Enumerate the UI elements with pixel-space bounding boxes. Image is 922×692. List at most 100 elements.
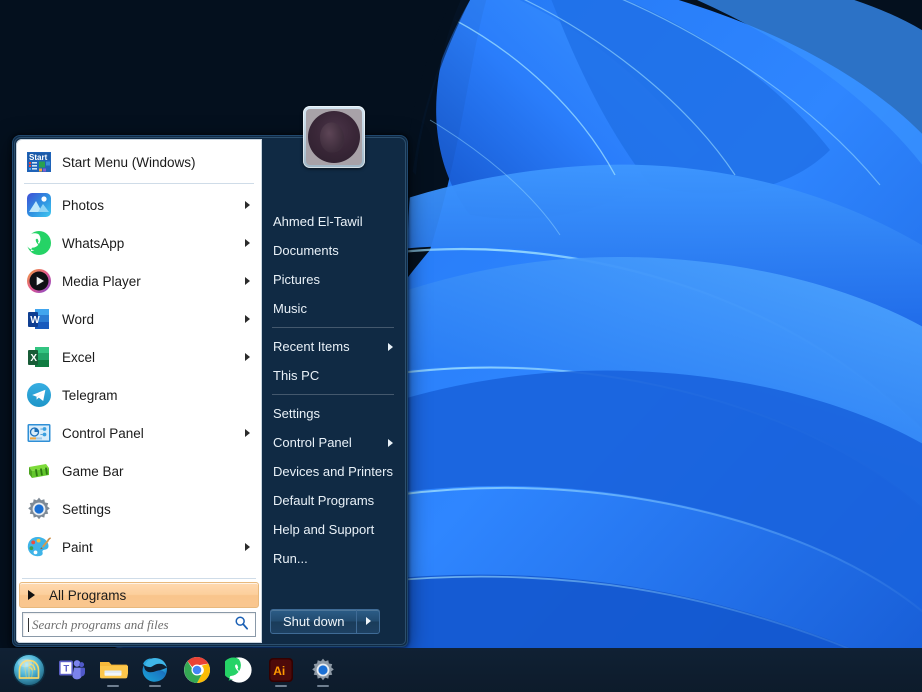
avatar-frame <box>306 109 362 165</box>
place-item-user-name[interactable]: Ahmed El-Tawil <box>262 207 404 236</box>
settings-gear-icon <box>312 658 334 681</box>
program-item-control-panel[interactable]: Control Panel <box>18 414 260 452</box>
place-item-label: Music <box>273 301 307 316</box>
chevron-right-icon <box>245 239 250 247</box>
place-item-pictures[interactable]: Pictures <box>262 265 404 294</box>
program-item-label: Game Bar <box>62 463 124 479</box>
desktop: Start Start Menu (Windows) Photos WhatsA… <box>0 0 922 692</box>
places-list[interactable]: Ahmed El-Tawil Documents Pictures Music … <box>262 139 404 599</box>
program-item-word[interactable]: W Word <box>18 300 260 338</box>
taskbar-adobe-illustrator[interactable]: Ai <box>260 650 302 690</box>
place-item-music[interactable]: Music <box>262 294 404 323</box>
program-item-start-menu-windows[interactable]: Start Start Menu (Windows) <box>18 143 260 181</box>
start-menu-places-pane[interactable]: Ahmed El-Tawil Documents Pictures Music … <box>262 139 404 643</box>
paint-palette-icon <box>26 534 52 560</box>
place-item-label: Default Programs <box>273 493 375 508</box>
shutdown-bar: Shut down <box>262 599 404 643</box>
place-item-help-and-support[interactable]: Help and Support <box>262 515 404 544</box>
place-item-label: Recent Items <box>273 339 350 354</box>
taskbar-file-explorer[interactable] <box>92 650 134 690</box>
program-item-label: Settings <box>62 501 111 517</box>
excel-icon: X <box>26 344 52 370</box>
chevron-right-icon <box>388 342 393 351</box>
program-item-media-player[interactable]: Media Player <box>18 262 260 300</box>
whatsapp-icon <box>26 230 52 256</box>
place-item-label: Pictures <box>273 272 320 287</box>
chevron-right-icon <box>245 277 250 285</box>
edge-icon <box>142 658 167 682</box>
game-bar-icon <box>26 458 52 484</box>
open-shell-orb-icon <box>12 653 46 687</box>
triangle-right-icon <box>28 590 35 600</box>
place-item-recent-items[interactable]: Recent Items <box>262 332 404 361</box>
search-input[interactable] <box>29 616 230 633</box>
taskbar-whatsapp[interactable] <box>218 650 260 690</box>
program-item-photos[interactable]: Photos <box>18 186 260 224</box>
shut-down-label: Shut down <box>283 613 345 629</box>
program-item-whatsapp[interactable]: WhatsApp <box>18 224 260 262</box>
program-item-label: Photos <box>62 197 105 213</box>
place-item-label: Help and Support <box>273 522 375 537</box>
place-item-label: Devices and Printers <box>273 464 393 479</box>
chevron-right-icon <box>245 201 250 209</box>
svg-text:X: X <box>30 353 37 364</box>
file-explorer-icon <box>100 662 128 679</box>
place-item-label: Run... <box>273 551 308 566</box>
program-item-paint[interactable]: Paint <box>18 528 260 566</box>
program-item-game-bar[interactable]: Game Bar <box>18 452 260 490</box>
svg-text:Start: Start <box>29 153 48 162</box>
illustrator-icon: Ai <box>269 658 293 682</box>
chevron-right-icon <box>245 315 250 323</box>
taskbar-start-orb[interactable] <box>8 650 50 690</box>
chevron-right-icon <box>245 429 250 437</box>
avatar[interactable] <box>303 106 365 168</box>
taskbar-settings[interactable] <box>302 650 344 690</box>
all-programs-label: All Programs <box>49 587 127 603</box>
place-item-run[interactable]: Run... <box>262 544 404 573</box>
avatar-face <box>318 121 346 154</box>
telegram-icon <box>26 382 52 408</box>
start-menu-programs-pane[interactable]: Start Start Menu (Windows) Photos WhatsA… <box>16 139 262 643</box>
program-list-divider <box>24 183 254 184</box>
all-programs-button[interactable]: All Programs <box>19 582 259 608</box>
chevron-right-icon <box>245 353 250 361</box>
program-item-settings[interactable]: Settings <box>18 490 260 528</box>
taskbar-google-chrome[interactable] <box>176 650 218 690</box>
places-divider <box>272 327 394 328</box>
chrome-icon <box>184 657 210 683</box>
place-item-label: Documents <box>273 243 339 258</box>
search-icon[interactable] <box>234 615 249 635</box>
triangle-right-icon <box>365 617 371 625</box>
taskbar[interactable]: T Ai <box>0 648 922 692</box>
program-item-label: Word <box>62 311 95 327</box>
place-item-label: This PC <box>273 368 320 383</box>
avatar-photo <box>308 111 360 163</box>
control-panel-icon <box>26 420 52 446</box>
teams-icon: T <box>59 660 85 680</box>
program-list[interactable]: Start Start Menu (Windows) Photos WhatsA… <box>16 139 262 576</box>
taskbar-microsoft-edge[interactable] <box>134 650 176 690</box>
search-container[interactable] <box>16 612 262 643</box>
place-item-default-programs[interactable]: Default Programs <box>262 486 404 515</box>
taskbar-microsoft-teams[interactable]: T <box>50 650 92 690</box>
place-item-this-pc[interactable]: This PC <box>262 361 404 390</box>
program-item-excel[interactable]: X Excel <box>18 338 260 376</box>
svg-text:Ai: Ai <box>273 664 285 678</box>
place-item-documents[interactable]: Documents <box>262 236 404 265</box>
place-item-devices-and-printers[interactable]: Devices and Printers <box>262 457 404 486</box>
program-item-label: Excel <box>62 349 96 365</box>
start-menu[interactable]: Start Start Menu (Windows) Photos WhatsA… <box>12 106 408 647</box>
all-programs-divider <box>22 578 256 579</box>
media-player-icon <box>26 268 52 294</box>
chevron-right-icon <box>245 543 250 551</box>
chevron-right-icon <box>388 438 393 447</box>
shut-down-button[interactable]: Shut down <box>270 608 381 634</box>
place-item-label: Control Panel <box>273 435 352 450</box>
settings-gear-icon <box>26 496 52 522</box>
search-box[interactable] <box>22 612 256 637</box>
program-item-telegram[interactable]: Telegram <box>18 376 260 414</box>
place-item-control-panel[interactable]: Control Panel <box>262 428 404 457</box>
place-item-settings[interactable]: Settings <box>262 399 404 428</box>
program-item-label: Media Player <box>62 273 141 289</box>
shut-down-options-button[interactable] <box>356 609 379 633</box>
